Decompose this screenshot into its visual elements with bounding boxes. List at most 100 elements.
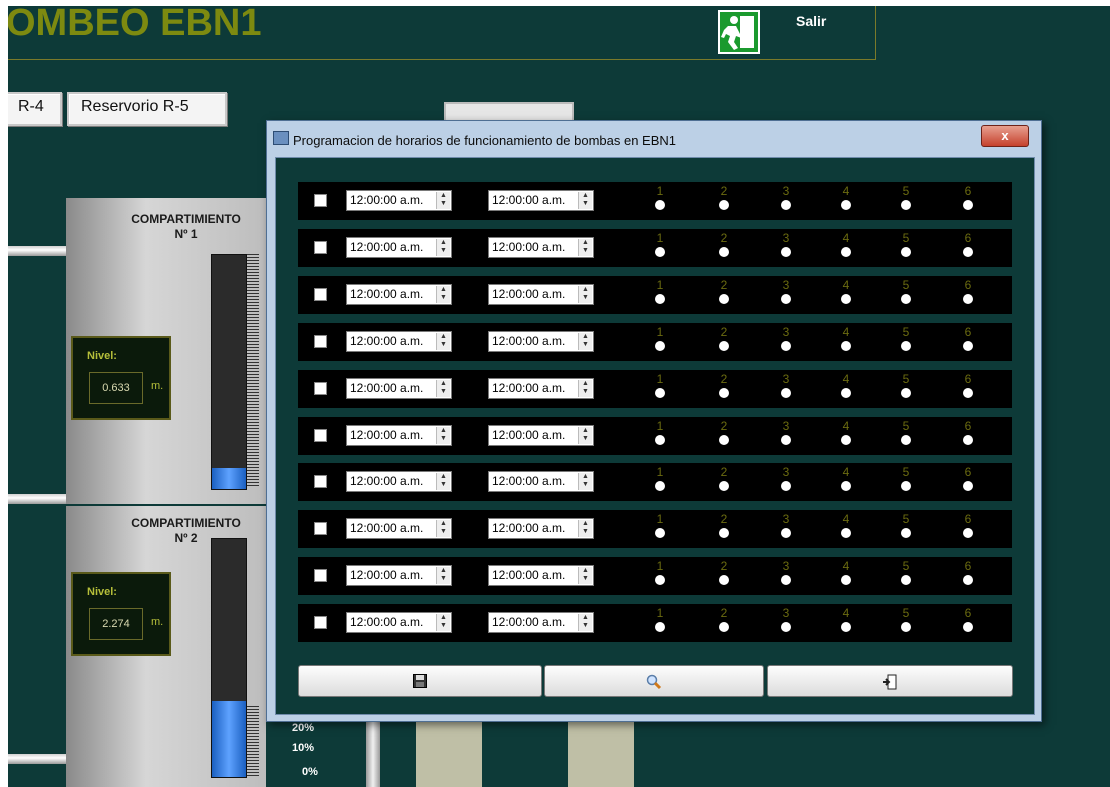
pump-radio-5[interactable]: 5 (898, 419, 914, 453)
pump-radio-2[interactable]: 2 (716, 419, 732, 453)
radio-dot-icon[interactable] (901, 246, 911, 257)
radio-dot-icon[interactable] (781, 622, 791, 633)
start-time-picker[interactable]: 12:00:00 a.m. ▲ ▼ (346, 330, 452, 352)
spin-arrows-icon[interactable]: ▲ ▼ (578, 520, 592, 538)
pump-radio-2[interactable]: 2 (716, 278, 732, 312)
radio-dot-icon[interactable] (781, 340, 791, 351)
radio-dot-icon[interactable] (719, 481, 729, 492)
tab-reservorio-r5[interactable]: Reservorio R-5 (67, 92, 227, 126)
radio-dot-icon[interactable] (781, 528, 791, 539)
radio-dot-icon[interactable] (655, 528, 665, 539)
radio-dot-icon[interactable] (655, 387, 665, 398)
pump-radio-5[interactable]: 5 (898, 465, 914, 499)
pump-radio-3[interactable]: 3 (778, 465, 794, 499)
pump-radio-1[interactable]: 1 (652, 231, 668, 265)
spin-arrows-icon[interactable]: ▲ ▼ (436, 192, 450, 209)
end-time-picker[interactable]: 12:00:00 a.m. ▲ ▼ (488, 565, 594, 587)
pump-radio-1[interactable]: 1 (652, 465, 668, 499)
radio-dot-icon[interactable] (655, 622, 665, 633)
radio-dot-icon[interactable] (901, 293, 911, 304)
radio-dot-icon[interactable] (841, 387, 851, 398)
pump-radio-4[interactable]: 4 (838, 372, 854, 406)
pump-radio-6[interactable]: 6 (960, 512, 976, 546)
radio-dot-icon[interactable] (781, 200, 791, 210)
radio-dot-icon[interactable] (655, 246, 665, 257)
end-time-picker[interactable]: 12:00:00 a.m. ▲ ▼ (488, 424, 594, 446)
radio-dot-icon[interactable] (841, 622, 851, 633)
start-time-picker[interactable]: 12:00:00 a.m. ▲ ▼ (346, 190, 452, 211)
radio-dot-icon[interactable] (719, 340, 729, 351)
enable-checkbox[interactable] (314, 616, 327, 630)
radio-dot-icon[interactable] (719, 622, 729, 633)
pump-radio-4[interactable]: 4 (838, 559, 854, 593)
pump-radio-2[interactable]: 2 (716, 372, 732, 406)
pump-radio-5[interactable]: 5 (898, 559, 914, 593)
pump-radio-3[interactable]: 3 (778, 278, 794, 312)
radio-dot-icon[interactable] (901, 575, 911, 586)
radio-dot-icon[interactable] (963, 528, 973, 539)
start-time-picker[interactable]: 12:00:00 a.m. ▲ ▼ (346, 612, 452, 634)
end-time-picker[interactable]: 12:00:00 a.m. ▲ ▼ (488, 377, 594, 399)
radio-dot-icon[interactable] (655, 293, 665, 304)
radio-dot-icon[interactable] (901, 481, 911, 492)
radio-dot-icon[interactable] (841, 575, 851, 586)
radio-dot-icon[interactable] (781, 246, 791, 257)
radio-dot-icon[interactable] (841, 528, 851, 539)
pump-radio-6[interactable]: 6 (960, 231, 976, 265)
pump-radio-2[interactable]: 2 (716, 184, 732, 218)
radio-dot-icon[interactable] (963, 246, 973, 257)
close-button[interactable]: x (981, 125, 1029, 147)
enable-checkbox[interactable] (314, 334, 327, 348)
spin-arrows-icon[interactable]: ▲ ▼ (578, 192, 592, 209)
exit-dialog-button[interactable] (767, 665, 1013, 697)
radio-dot-icon[interactable] (841, 434, 851, 445)
spin-arrows-icon[interactable]: ▲ ▼ (436, 567, 450, 585)
radio-dot-icon[interactable] (963, 293, 973, 304)
pump-radio-3[interactable]: 3 (778, 372, 794, 406)
pump-radio-6[interactable]: 6 (960, 372, 976, 406)
radio-dot-icon[interactable] (719, 528, 729, 539)
pump-radio-4[interactable]: 4 (838, 512, 854, 546)
spin-arrows-icon[interactable]: ▲ ▼ (578, 473, 592, 491)
pump-radio-2[interactable]: 2 (716, 512, 732, 546)
radio-dot-icon[interactable] (963, 340, 973, 351)
pump-radio-1[interactable]: 1 (652, 512, 668, 546)
pump-radio-1[interactable]: 1 (652, 372, 668, 406)
search-button[interactable] (544, 665, 764, 697)
radio-dot-icon[interactable] (719, 434, 729, 445)
end-time-picker[interactable]: 12:00:00 a.m. ▲ ▼ (488, 612, 594, 634)
enable-checkbox[interactable] (314, 240, 327, 254)
radio-dot-icon[interactable] (901, 200, 911, 210)
pump-radio-4[interactable]: 4 (838, 278, 854, 312)
radio-dot-icon[interactable] (963, 575, 973, 586)
pump-radio-2[interactable]: 2 (716, 231, 732, 265)
start-time-picker[interactable]: 12:00:00 a.m. ▲ ▼ (346, 377, 452, 399)
radio-dot-icon[interactable] (901, 340, 911, 351)
pump-radio-3[interactable]: 3 (778, 184, 794, 218)
pump-radio-3[interactable]: 3 (778, 325, 794, 359)
enable-checkbox[interactable] (314, 428, 327, 442)
radio-dot-icon[interactable] (781, 293, 791, 304)
end-time-picker[interactable]: 12:00:00 a.m. ▲ ▼ (488, 190, 594, 211)
pump-radio-5[interactable]: 5 (898, 372, 914, 406)
radio-dot-icon[interactable] (719, 246, 729, 257)
radio-dot-icon[interactable] (963, 434, 973, 445)
end-time-picker[interactable]: 12:00:00 a.m. ▲ ▼ (488, 283, 594, 305)
dialog-titlebar[interactable]: Programacion de horarios de funcionamien… (267, 121, 1041, 157)
radio-dot-icon[interactable] (655, 340, 665, 351)
radio-dot-icon[interactable] (655, 481, 665, 492)
radio-dot-icon[interactable] (841, 293, 851, 304)
save-button[interactable] (298, 665, 542, 697)
pump-radio-1[interactable]: 1 (652, 325, 668, 359)
radio-dot-icon[interactable] (963, 622, 973, 633)
pump-radio-5[interactable]: 5 (898, 278, 914, 312)
radio-dot-icon[interactable] (781, 481, 791, 492)
pump-radio-4[interactable]: 4 (838, 419, 854, 453)
pump-radio-6[interactable]: 6 (960, 465, 976, 499)
enable-checkbox[interactable] (314, 381, 327, 395)
spin-arrows-icon[interactable]: ▲ ▼ (436, 473, 450, 491)
spin-arrows-icon[interactable]: ▲ ▼ (436, 520, 450, 538)
pump-radio-4[interactable]: 4 (838, 231, 854, 265)
spin-arrows-icon[interactable]: ▲ ▼ (578, 332, 592, 350)
radio-dot-icon[interactable] (719, 200, 729, 210)
